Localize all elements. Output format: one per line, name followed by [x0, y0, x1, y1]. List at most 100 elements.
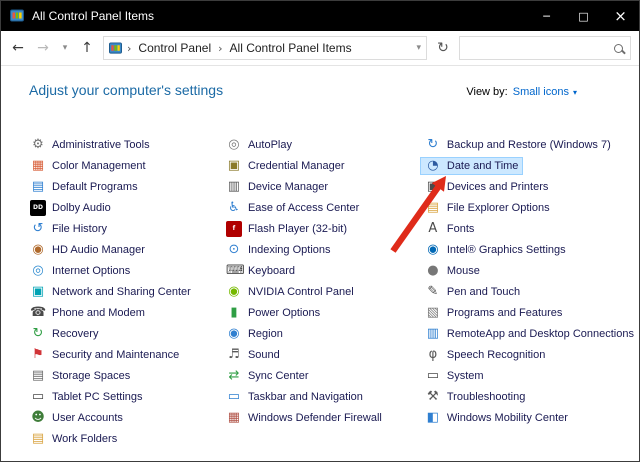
speech-recognition-icon: φ: [428, 347, 438, 362]
control-panel-item[interactable]: ▣ Network and Sharing Center: [25, 283, 196, 301]
tablet-pc-settings-icon: ▭: [31, 389, 45, 404]
control-panel-item[interactable]: ▦ Color Management: [25, 157, 151, 175]
item-label: Work Folders: [52, 433, 118, 445]
control-panel-item[interactable]: ◎ AutoPlay: [221, 136, 297, 154]
history-dropdown-icon[interactable]: ▾: [59, 43, 71, 53]
control-panel-item[interactable]: ▤ File Explorer Options: [420, 199, 555, 217]
control-panel-item[interactable]: ▤ Work Folders: [25, 430, 122, 448]
caption-buttons: ─ □ ×: [528, 1, 639, 31]
dolby-audio-icon: DD: [30, 200, 46, 216]
items-column-1: ⚙ Administrative Tools ▦ Color Management ▤ D…: [29, 136, 225, 451]
titlebar: All Control Panel Items ─ □ ×: [1, 1, 639, 31]
breadcrumb: › Control Panel › All Control Panel Item…: [103, 36, 427, 60]
control-panel-item[interactable]: ↻ Recovery: [25, 325, 103, 343]
control-panel-item[interactable]: ▭ Taskbar and Navigation: [221, 388, 368, 406]
up-icon[interactable]: ↑: [78, 40, 96, 56]
view-by-value: Small icons: [512, 86, 569, 98]
item-label: Security and Maintenance: [52, 349, 180, 361]
control-panel-item[interactable]: ◉ Intel® Graphics Settings: [420, 241, 571, 259]
control-panel-item[interactable]: A Fonts: [420, 220, 480, 238]
control-panel-item[interactable]: ▤ Storage Spaces: [25, 367, 135, 385]
troubleshooting-icon: ⚒: [427, 389, 439, 404]
control-panel-item[interactable]: ◉ Region: [221, 325, 288, 343]
control-panel-item[interactable]: ⌨ Keyboard: [221, 262, 300, 280]
control-panel-icon[interactable]: [10, 9, 24, 23]
item-label: Recovery: [52, 328, 99, 340]
item-label: File Explorer Options: [446, 202, 550, 214]
control-panel-item[interactable]: ☎ Phone and Modem: [25, 304, 150, 322]
maximize-button[interactable]: □: [565, 1, 602, 31]
item-label: RemoteApp and Desktop Connections: [446, 328, 634, 340]
control-panel-icon: [109, 41, 122, 55]
file-explorer-options-icon: ▤: [426, 200, 440, 215]
breadcrumb-control-panel[interactable]: Control Panel: [136, 41, 213, 55]
control-panel-item[interactable]: f Flash Player (32-bit): [221, 220, 352, 238]
control-panel-item[interactable]: ⇄ Sync Center: [221, 367, 314, 385]
minimize-button[interactable]: ─: [528, 1, 565, 31]
back-icon[interactable]: ←: [9, 40, 27, 56]
search-input[interactable]: [467, 42, 614, 54]
page-title: Adjust your computer's settings: [29, 82, 224, 98]
forward-icon[interactable]: →: [34, 40, 52, 56]
control-panel-item[interactable]: ▣ Devices and Printers: [420, 178, 554, 196]
chevron-down-icon: ▾: [572, 87, 577, 97]
control-panel-item[interactable]: DD Dolby Audio: [25, 199, 116, 217]
view-by: View by: Small icons ▾: [466, 86, 577, 98]
control-panel-item[interactable]: ▣ Credential Manager: [221, 157, 350, 175]
taskbar-and-navigation-icon: ▭: [227, 389, 241, 404]
item-label: Tablet PC Settings: [52, 391, 143, 403]
item-label: Sync Center: [247, 370, 309, 382]
control-panel-item[interactable]: ▤ Default Programs: [25, 178, 143, 196]
item-label: User Accounts: [52, 412, 123, 424]
control-panel-item[interactable]: φ Speech Recognition: [420, 346, 550, 364]
control-panel-item[interactable]: ● Mouse: [420, 262, 485, 280]
item-label: AutoPlay: [247, 139, 292, 151]
control-panel-item[interactable]: ◔ Date and Time: [419, 157, 524, 175]
autoplay-icon: ◎: [228, 137, 240, 152]
refresh-icon[interactable]: ↻: [434, 40, 452, 56]
recovery-icon: ↻: [32, 326, 44, 341]
breadcrumb-chevron-icon[interactable]: ▾: [416, 43, 421, 53]
item-label: Administrative Tools: [52, 139, 150, 151]
control-panel-item[interactable]: ▥ RemoteApp and Desktop Connections: [420, 325, 639, 343]
item-label: Region: [247, 328, 283, 340]
control-panel-item[interactable]: ▧ Programs and Features: [420, 304, 568, 322]
file-history-icon: ↺: [32, 221, 44, 236]
sync-center-icon: ⇄: [228, 368, 240, 383]
breadcrumb-separator[interactable]: ›: [127, 42, 131, 55]
page-header: Adjust your computer's settings View by:…: [1, 66, 639, 98]
item-label: Intel® Graphics Settings: [446, 244, 566, 256]
intel-graphics-settings-icon: ◉: [427, 242, 439, 257]
item-label: Sound: [247, 349, 280, 361]
control-panel-item[interactable]: ▥ Device Manager: [221, 178, 333, 196]
breadcrumb-separator[interactable]: ›: [218, 42, 222, 55]
control-panel-item[interactable]: ⚙ Administrative Tools: [25, 136, 155, 154]
control-panel-item[interactable]: ☻ User Accounts: [25, 409, 128, 427]
windows-mobility-center-icon: ◧: [426, 410, 440, 425]
item-label: Default Programs: [52, 181, 138, 193]
control-panel-item[interactable]: ◉ HD Audio Manager: [25, 241, 150, 259]
item-label: Backup and Restore (Windows 7): [446, 139, 611, 151]
control-panel-item[interactable]: ↻ Backup and Restore (Windows 7): [420, 136, 616, 154]
control-panel-item[interactable]: ▭ Tablet PC Settings: [25, 388, 148, 406]
device-manager-icon: ▥: [227, 179, 241, 194]
control-panel-item[interactable]: ◎ Internet Options: [25, 262, 135, 280]
control-panel-item[interactable]: ♿ Ease of Access Center: [221, 199, 364, 217]
view-by-selector[interactable]: Small icons ▾: [513, 86, 577, 98]
item-label: Fonts: [446, 223, 475, 235]
control-panel-item[interactable]: ♬ Sound: [221, 346, 285, 364]
control-panel-item[interactable]: ↺ File History: [25, 220, 112, 238]
close-button[interactable]: ×: [602, 1, 639, 31]
control-panel-item[interactable]: ⚑ Security and Maintenance: [25, 346, 184, 364]
storage-spaces-icon: ▤: [31, 368, 45, 383]
control-panel-item[interactable]: ▭ System: [420, 367, 489, 385]
control-panel-item[interactable]: ◉ NVIDIA Control Panel: [221, 283, 359, 301]
item-label: Credential Manager: [247, 160, 345, 172]
control-panel-item[interactable]: ◧ Windows Mobility Center: [420, 409, 573, 427]
control-panel-item[interactable]: ⚒ Troubleshooting: [420, 388, 530, 406]
control-panel-item[interactable]: ▮ Power Options: [221, 304, 325, 322]
control-panel-item[interactable]: ▦ Windows Defender Firewall: [221, 409, 387, 427]
control-panel-item[interactable]: ✎ Pen and Touch: [420, 283, 525, 301]
breadcrumb-all-control-panel-items[interactable]: All Control Panel Items: [228, 41, 354, 55]
control-panel-item[interactable]: ⊙ Indexing Options: [221, 241, 336, 259]
